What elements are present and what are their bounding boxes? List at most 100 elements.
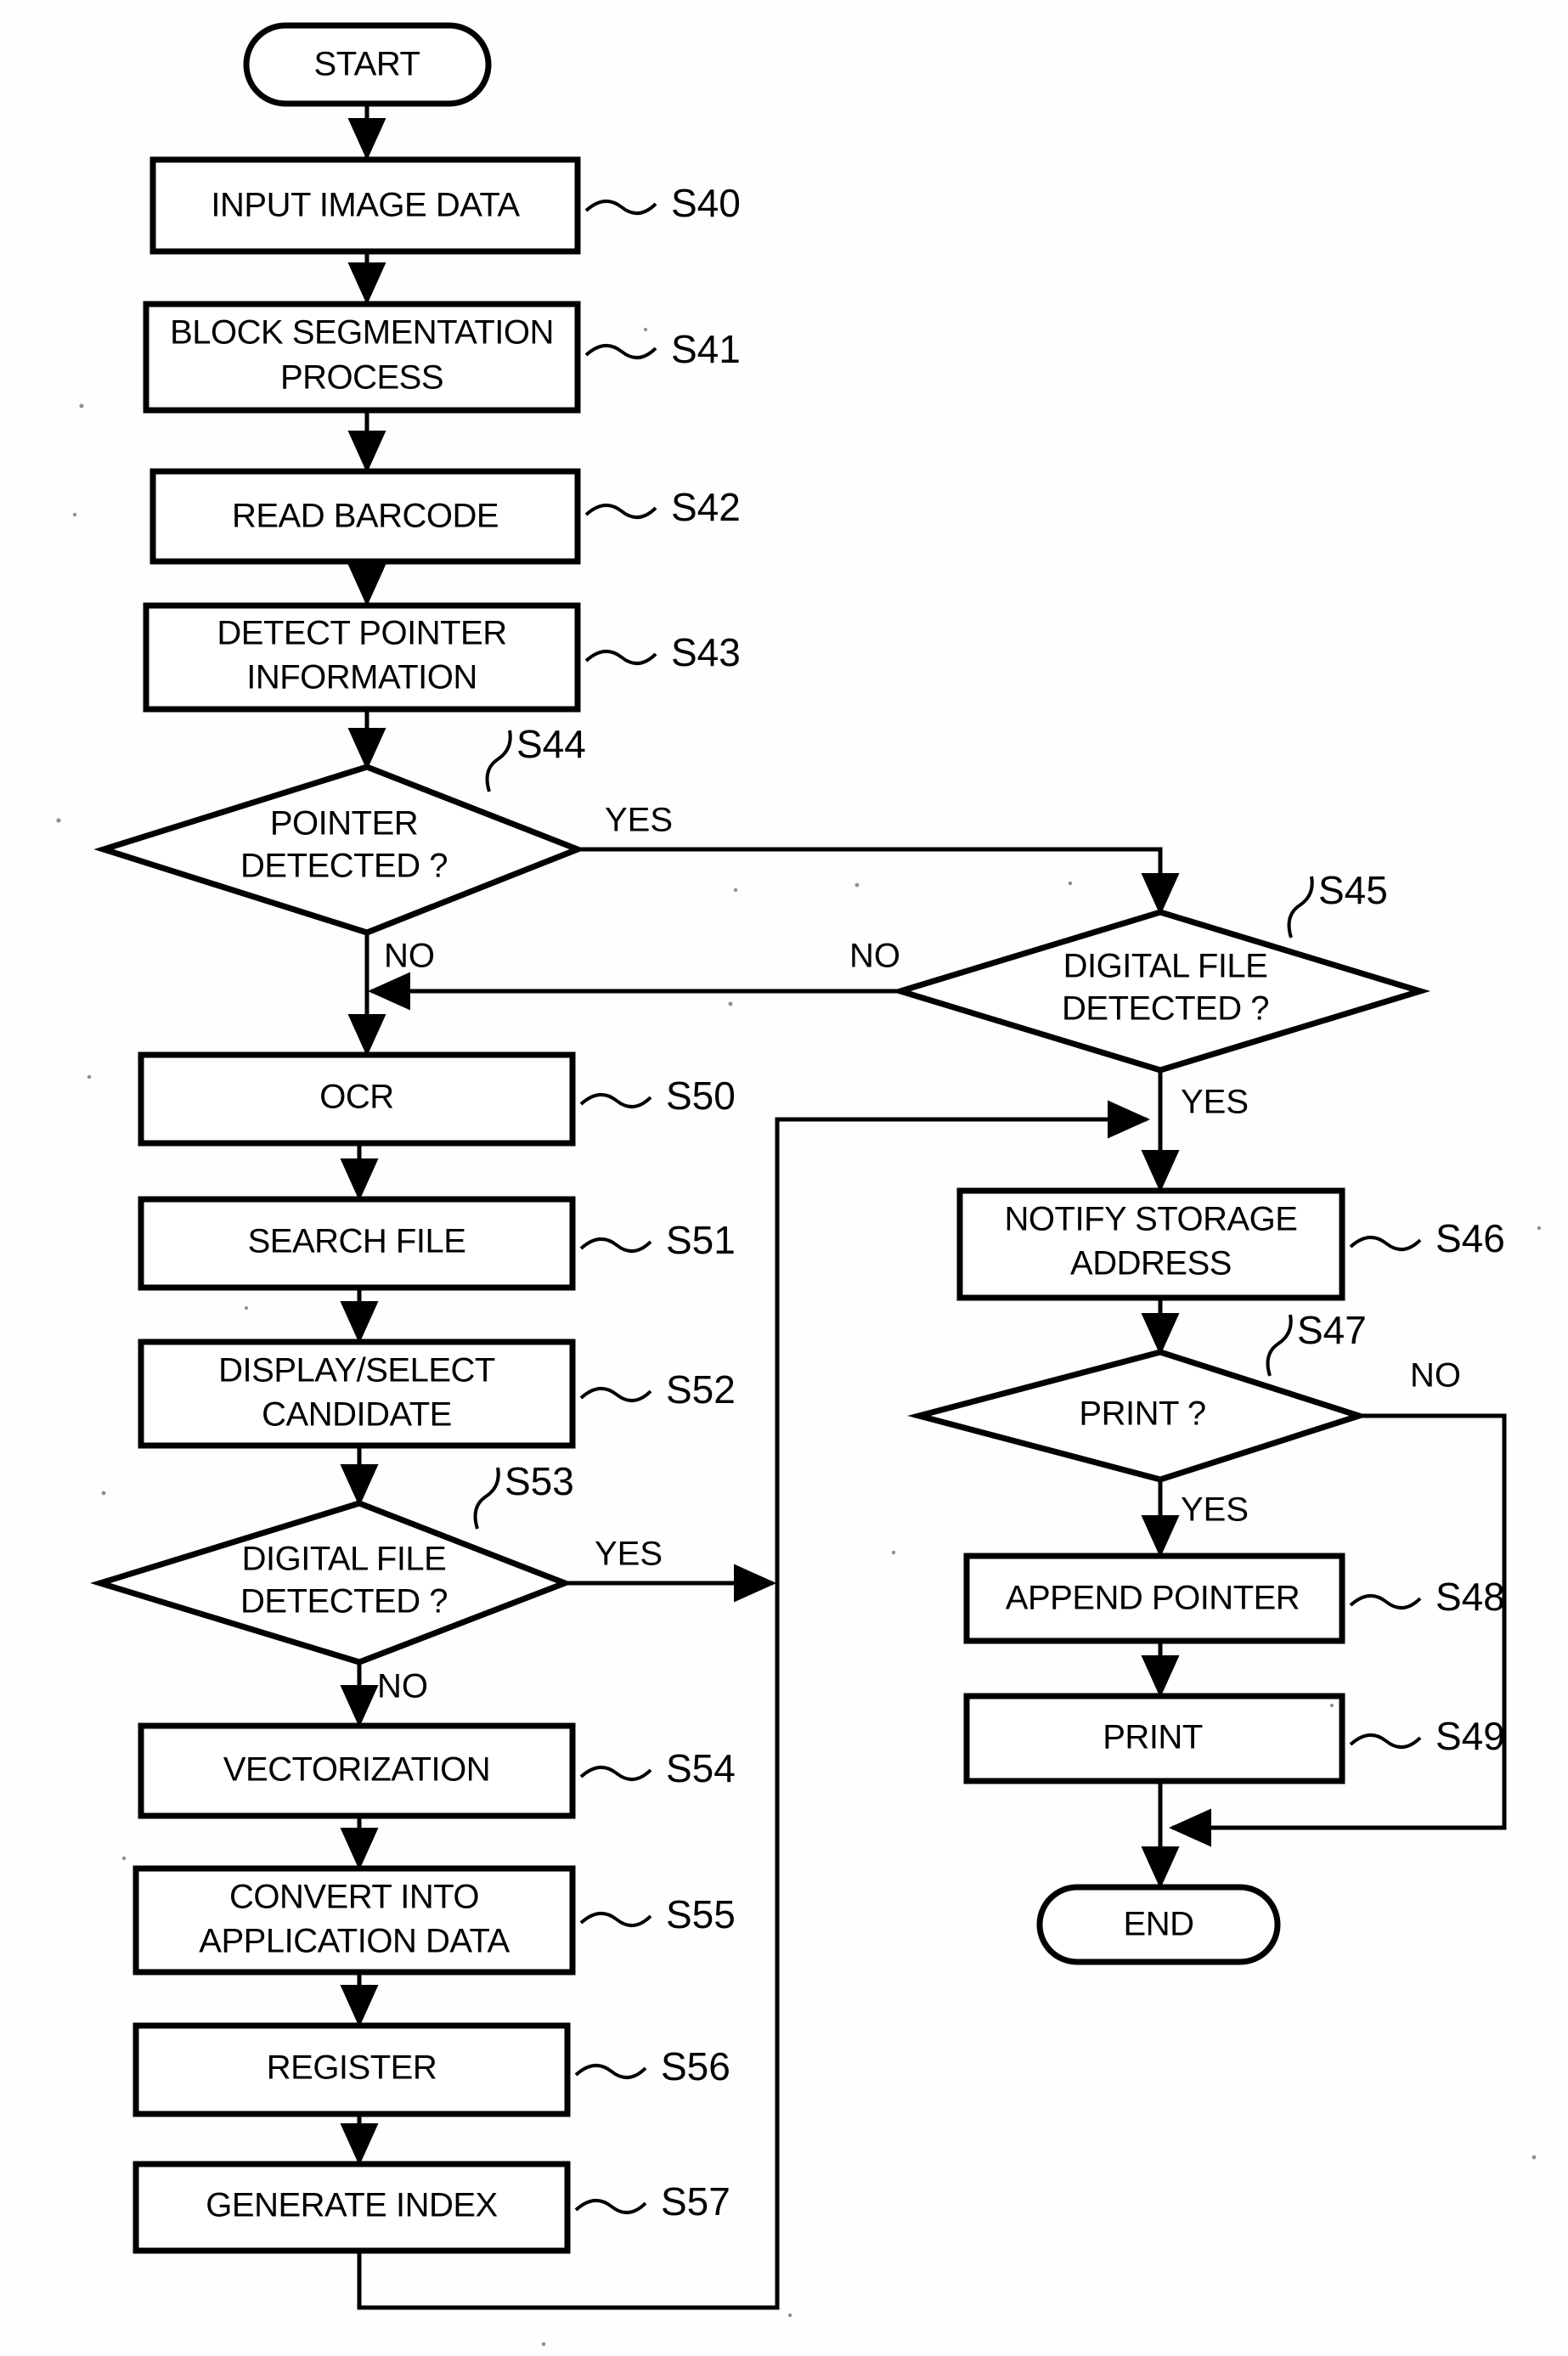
s50-step: S50 (666, 1074, 736, 1118)
s46-step: S46 (1435, 1216, 1505, 1260)
node-end[interactable]: END (1036, 1884, 1281, 1965)
s45-yes-branch-label: YES (1181, 1084, 1249, 1121)
s53-step: S53 (505, 1459, 574, 1503)
s43-step: S43 (671, 630, 741, 674)
s55-leader-line (579, 1912, 652, 1927)
s45-step: S45 (1318, 868, 1388, 912)
node-s44[interactable]: POINTER DETECTED ? (93, 764, 586, 936)
step-marker-s55: S55 (579, 1892, 736, 1936)
node-s50[interactable]: OCR (138, 1051, 576, 1147)
s43-label-line2: INFORMATION (246, 659, 477, 696)
s51-step: S51 (666, 1218, 736, 1262)
flowchart-canvas: START INPUT IMAGE DATA S40 BLOCK SEGMENT… (0, 0, 1568, 2356)
node-s46[interactable]: NOTIFY STORAGE ADDRESS (956, 1187, 1345, 1301)
s54-step: S54 (666, 1746, 736, 1790)
step-marker-s41: S41 (584, 327, 741, 371)
node-s54[interactable]: VECTORIZATION (138, 1722, 576, 1819)
step-marker-s52: S52 (579, 1367, 736, 1412)
s49-step: S49 (1435, 1714, 1505, 1758)
node-s57[interactable]: GENERATE INDEX (133, 2161, 571, 2254)
node-s42[interactable]: READ BARCODE (149, 468, 581, 565)
s40-step: S40 (671, 181, 741, 225)
edge-s44-yes-to-s45 (578, 847, 1180, 916)
s50-label: OCR (319, 1079, 393, 1116)
s42-step: S42 (671, 485, 741, 529)
s44-yes-branch-label: YES (605, 802, 673, 839)
node-s52[interactable]: DISPLAY/SELECT CANDIDATE (138, 1339, 576, 1449)
s45-label-line1: DIGITAL FILE (1063, 948, 1268, 985)
s44-label-line2: DETECTED ? (240, 848, 448, 885)
s53-leader-line (473, 1467, 500, 1530)
s44-leader-line (485, 730, 512, 792)
step-marker-s43: S43 (584, 630, 741, 674)
step-marker-s40: S40 (584, 181, 741, 225)
node-s45[interactable]: DIGITAL FILE DETECTED ? (889, 909, 1431, 1074)
s47-step: S47 (1297, 1308, 1367, 1352)
step-marker-s42: S42 (584, 485, 741, 529)
s53-label-line2: DETECTED ? (240, 1583, 448, 1620)
node-s55[interactable]: CONVERT INTO APPLICATION DATA (133, 1865, 576, 1976)
node-start[interactable]: START (243, 22, 492, 107)
step-marker-s56: S56 (574, 2044, 730, 2088)
s42-label: READ BARCODE (232, 498, 499, 535)
s57-label: GENERATE INDEX (206, 2187, 497, 2224)
s44-step: S44 (516, 722, 586, 766)
s46-label-line2: ADDRESS (1070, 1245, 1232, 1282)
node-s43[interactable]: DETECT POINTER INFORMATION (143, 602, 581, 713)
s56-leader-line (574, 2064, 647, 2079)
s48-leader-line (1349, 1594, 1422, 1609)
flowchart-svg: START INPUT IMAGE DATA S40 BLOCK SEGMENT… (56, 22, 1542, 2347)
s45-no-branch-label: NO (849, 938, 900, 975)
s45-label-line2: DETECTED ? (1062, 990, 1269, 1028)
s46-label-line1: NOTIFY STORAGE (1005, 1201, 1298, 1238)
step-marker-s51: S51 (579, 1218, 736, 1262)
s41-step: S41 (671, 327, 741, 371)
s56-step: S56 (661, 2044, 730, 2088)
step-marker-s49: S49 (1349, 1714, 1505, 1758)
s51-leader-line (579, 1237, 652, 1253)
s48-step: S48 (1435, 1575, 1505, 1619)
s53-label-line1: DIGITAL FILE (242, 1541, 447, 1578)
s45-leader-line (1287, 876, 1314, 938)
node-s48[interactable]: APPEND POINTER (963, 1553, 1345, 1644)
s54-label: VECTORIZATION (223, 1751, 490, 1789)
node-s41[interactable]: BLOCK SEGMENTATION PROCESS (143, 301, 581, 414)
s57-leader-line (574, 2199, 647, 2214)
s55-label-line2: APPLICATION DATA (199, 1923, 510, 1960)
step-marker-s48: S48 (1349, 1575, 1505, 1619)
s46-leader-line (1349, 1236, 1422, 1251)
node-s53[interactable]: DIGITAL FILE DETECTED ? (90, 1500, 573, 1666)
s47-label: PRINT ? (1079, 1395, 1205, 1433)
node-s51[interactable]: SEARCH FILE (138, 1196, 576, 1291)
s49-leader-line (1349, 1733, 1422, 1749)
s50-leader-line (579, 1093, 652, 1108)
s43-leader-line (584, 650, 657, 665)
node-s40[interactable]: INPUT IMAGE DATA (149, 156, 581, 255)
s52-label-line2: CANDIDATE (262, 1396, 452, 1434)
step-marker-s53: S53 (473, 1459, 574, 1530)
s51-label: SEARCH FILE (248, 1223, 466, 1260)
s52-step: S52 (666, 1367, 736, 1412)
s41-label-line1: BLOCK SEGMENTATION (170, 314, 554, 352)
step-marker-s46: S46 (1349, 1216, 1505, 1260)
s53-no-branch-label: NO (377, 1668, 428, 1705)
end-label: END (1124, 1906, 1194, 1943)
s40-leader-line (584, 200, 657, 215)
step-marker-s54: S54 (579, 1746, 736, 1790)
step-marker-s47: S47 (1266, 1308, 1367, 1377)
s44-label-line1: POINTER (270, 805, 418, 843)
step-marker-s45: S45 (1287, 868, 1388, 938)
s47-no-branch-label: NO (1410, 1357, 1461, 1395)
s47-yes-branch-label: YES (1181, 1491, 1249, 1529)
s41-leader-line (584, 344, 657, 359)
s49-label: PRINT (1103, 1719, 1203, 1756)
start-label: START (314, 46, 420, 83)
s52-leader-line (579, 1387, 652, 1402)
s41-label-line2: PROCESS (280, 359, 443, 397)
node-s56[interactable]: REGISTER (133, 2022, 571, 2117)
node-s49[interactable]: PRINT (963, 1693, 1345, 1784)
s43-label-line1: DETECT POINTER (217, 615, 506, 652)
s57-step: S57 (661, 2179, 730, 2224)
node-s47[interactable]: PRINT ? (907, 1349, 1369, 1483)
step-marker-s50: S50 (579, 1074, 736, 1118)
